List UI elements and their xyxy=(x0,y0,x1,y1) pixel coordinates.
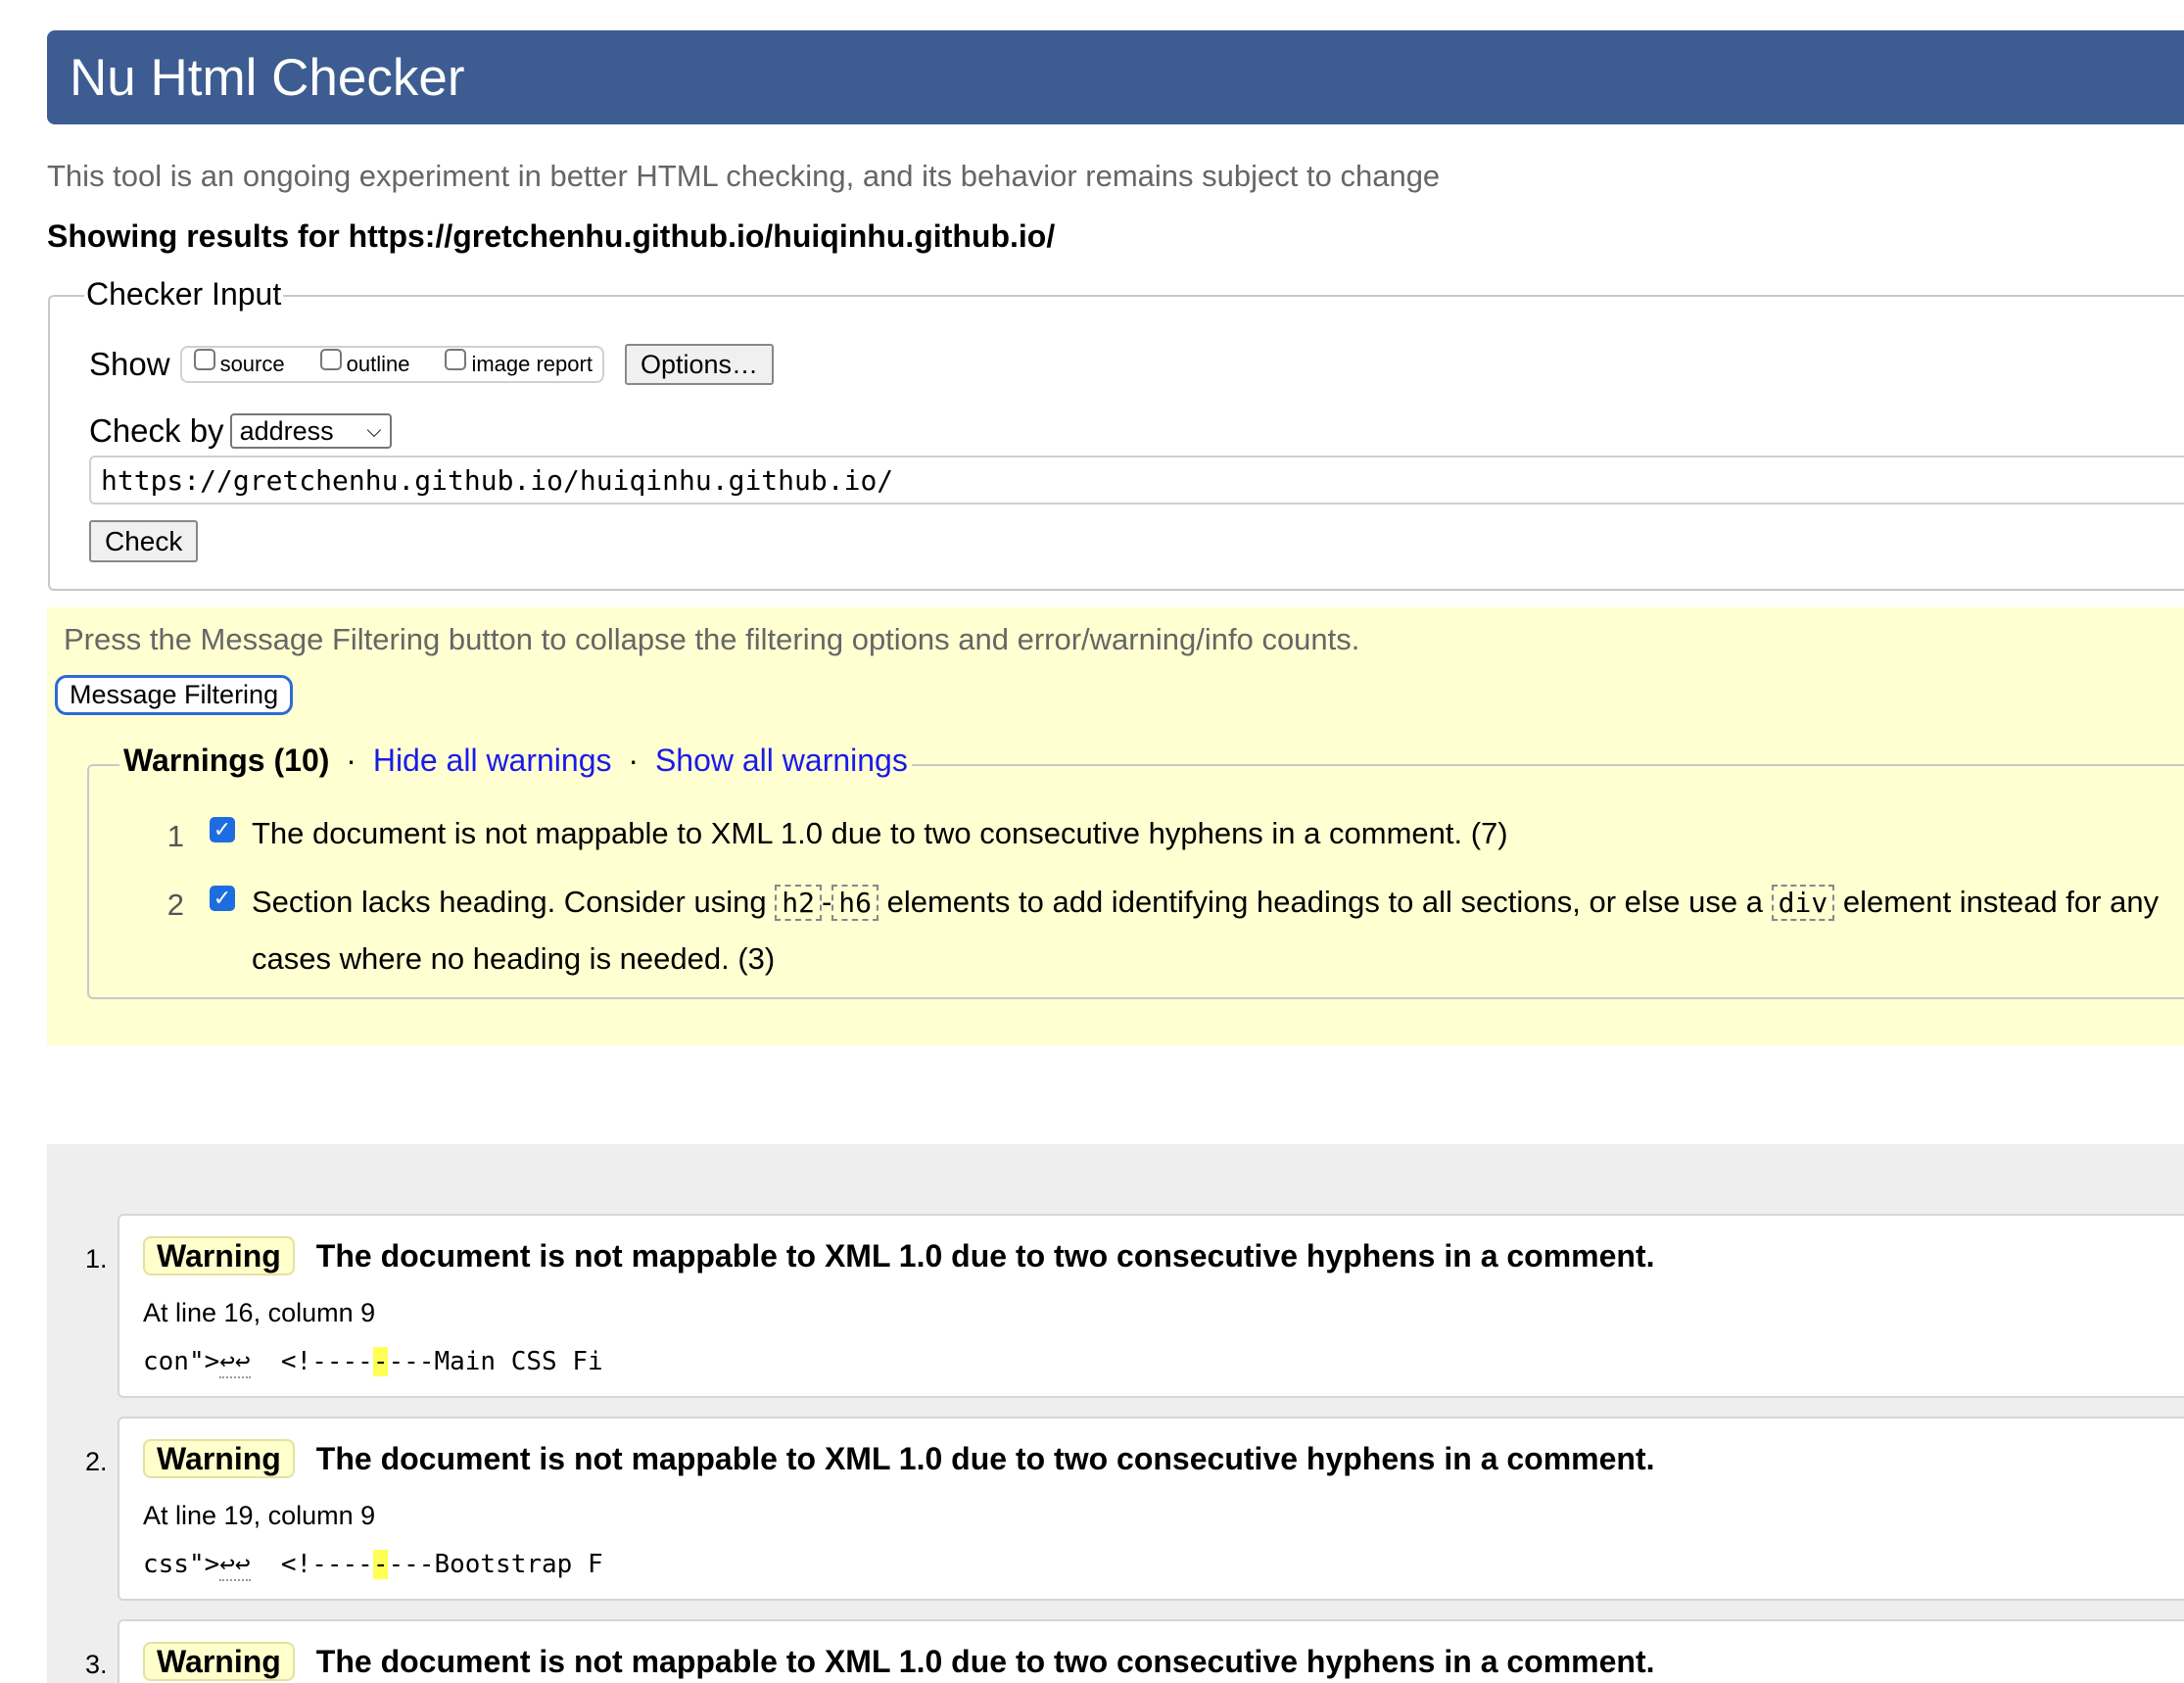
show-options-row: Show source outline image report Options… xyxy=(89,344,775,385)
warning-badge: Warning xyxy=(143,1439,295,1478)
filter-text-part: elements to add identifying headings to … xyxy=(886,885,1763,919)
message-item: Warning The document is not mappable to … xyxy=(118,1417,2184,1601)
filter-checkbox-checked[interactable]: ✓ xyxy=(210,817,235,842)
check-by-row: Check by address ⌵ xyxy=(89,412,392,450)
hide-all-warnings-link[interactable]: Hide all warnings xyxy=(373,743,612,778)
show-source-option[interactable]: source xyxy=(193,349,285,377)
warning-badge: Warning xyxy=(143,1642,295,1681)
filter-item: 2 ✓ Section lacks heading. Consider usin… xyxy=(165,885,2184,986)
page-title: Nu Html Checker xyxy=(70,48,465,107)
results-for-heading: Showing results for https://gretchenhu.g… xyxy=(47,218,1056,254)
app-header: Nu Html Checker xyxy=(47,30,2184,124)
check-by-value: address xyxy=(239,415,334,446)
check-by-select[interactable]: address ⌵ xyxy=(229,413,392,449)
url-input[interactable]: https://gretchenhu.github.io/huiqinhu.gi… xyxy=(89,456,2184,505)
tagline: This tool is an ongoing experiment in be… xyxy=(47,159,1441,193)
image-report-checkbox[interactable] xyxy=(445,349,467,370)
source-checkbox[interactable] xyxy=(193,349,215,370)
code-h2: h2 xyxy=(775,885,822,921)
extract-text: <!---- xyxy=(250,1347,373,1376)
message-title: The document is not mappable to XML 1.0 … xyxy=(315,1643,1655,1679)
chevron-down-icon: ⌵ xyxy=(366,419,382,442)
filter-item-text: The document is not mappable to XML 1.0 … xyxy=(252,816,1508,850)
show-checkbox-group: source outline image report xyxy=(179,346,604,383)
outline-checkbox[interactable] xyxy=(319,349,342,370)
filter-item-number: 1 xyxy=(166,819,184,853)
code-div: div xyxy=(1771,885,1835,921)
options-button[interactable]: Options… xyxy=(624,344,775,385)
show-outline-option[interactable]: outline xyxy=(319,349,410,377)
show-image-report-option[interactable]: image report xyxy=(445,349,593,377)
show-all-warnings-link[interactable]: Show all warnings xyxy=(655,743,908,778)
message-filtering-button[interactable]: Message Filtering xyxy=(55,675,294,715)
separator: · xyxy=(346,743,356,778)
warnings-count: Warnings (10) xyxy=(123,743,330,778)
filtering-note: Press the Message Filtering button to co… xyxy=(64,622,1360,656)
source-extract: css">↩↩ <!--------Bootstrap F xyxy=(143,1550,603,1581)
filter-text-part: Section lacks heading. Consider using xyxy=(252,885,767,919)
code-h6: h6 xyxy=(831,885,878,921)
extract-text: ---Main CSS Fi xyxy=(388,1347,603,1376)
message-header: Warning The document is not mappable to … xyxy=(143,1439,1655,1478)
outline-label: outline xyxy=(346,352,410,376)
message-number: 2. xyxy=(85,1447,108,1476)
image-report-label: image report xyxy=(471,352,593,376)
url-input-value: https://gretchenhu.github.io/huiqinhu.gi… xyxy=(101,463,894,497)
message-title: The document is not mappable to XML 1.0 … xyxy=(315,1440,1655,1476)
extract-highlight: - xyxy=(372,1550,389,1579)
line-break-icon: ↩↩ xyxy=(219,1550,251,1581)
checker-input-legend: Checker Input xyxy=(84,276,284,313)
line-break-icon: ↩↩ xyxy=(219,1347,251,1378)
message-header: Warning The document is not mappable to … xyxy=(143,1642,1655,1681)
message-item: Warning The document is not mappable to … xyxy=(118,1619,2184,1683)
check-by-label: Check by xyxy=(89,412,224,449)
source-label: source xyxy=(219,352,285,376)
filter-item-number: 2 xyxy=(166,888,184,922)
message-header: Warning The document is not mappable to … xyxy=(143,1236,1655,1275)
message-item: Warning The document is not mappable to … xyxy=(118,1214,2184,1398)
message-location[interactable]: At line 16, column 9 xyxy=(143,1298,375,1328)
message-location[interactable]: At line 19, column 9 xyxy=(143,1501,375,1531)
separator: · xyxy=(628,743,640,778)
message-number: 1. xyxy=(85,1244,108,1274)
warnings-legend: Warnings (10) · Hide all warnings · Show… xyxy=(119,743,912,779)
page: Nu Html Checker This tool is an ongoing … xyxy=(0,0,2184,1683)
filter-item-text: Section lacks heading. Consider using h2… xyxy=(252,874,2159,986)
filter-text-part: cases where no heading is needed. (3) xyxy=(252,941,776,976)
filter-item: 1 ✓ The document is not mappable to XML … xyxy=(165,816,1508,861)
extract-text: css"> xyxy=(143,1550,220,1579)
extract-text: <!---- xyxy=(250,1550,373,1579)
message-title: The document is not mappable to XML 1.0 … xyxy=(315,1237,1655,1274)
message-number: 3. xyxy=(85,1650,108,1679)
warning-badge: Warning xyxy=(143,1236,295,1275)
extract-text: ---Bootstrap F xyxy=(388,1550,603,1579)
extract-text: con"> xyxy=(143,1347,220,1376)
filter-text-part: element instead for any xyxy=(1842,885,2160,919)
extract-highlight: - xyxy=(372,1347,389,1376)
dash: - xyxy=(821,885,832,919)
source-extract: con">↩↩ <!--------Main CSS Fi xyxy=(143,1347,603,1378)
show-label: Show xyxy=(89,346,170,382)
check-button[interactable]: Check xyxy=(89,520,199,562)
filter-checkbox-checked[interactable]: ✓ xyxy=(210,886,235,911)
